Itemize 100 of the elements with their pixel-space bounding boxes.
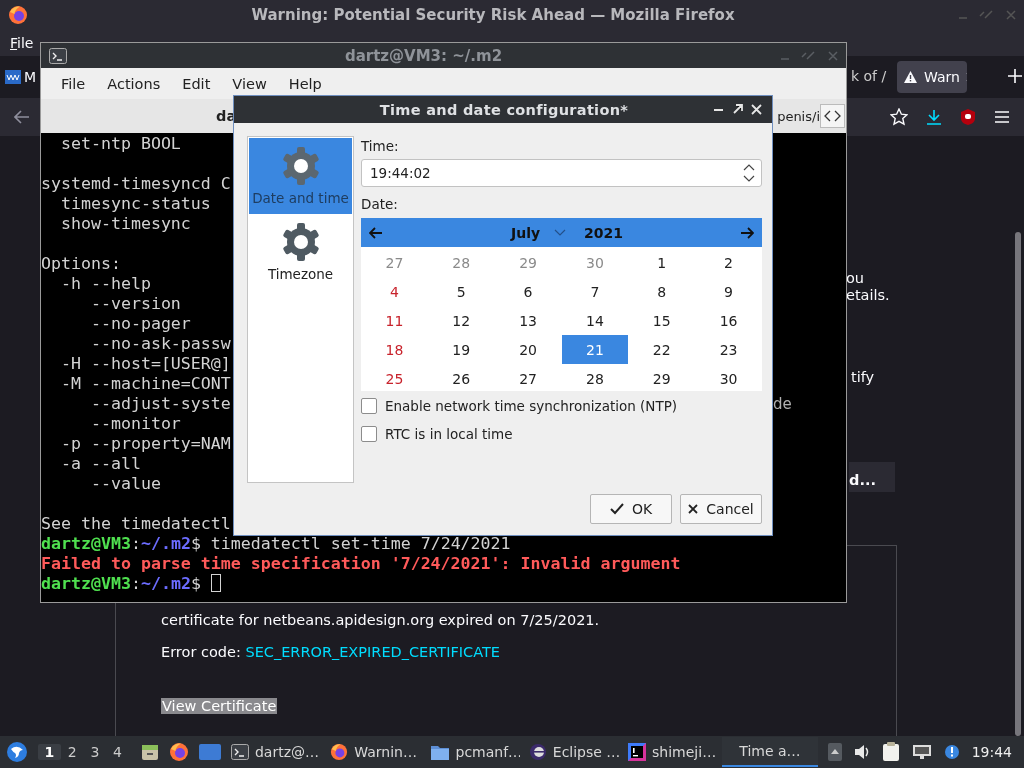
calendar-day[interactable]: 20: [494, 335, 562, 364]
workspace-button[interactable]: 1: [38, 744, 61, 760]
calendar-day[interactable]: 5: [427, 277, 495, 306]
volume-icon[interactable]: [853, 744, 870, 760]
workspace-button[interactable]: 4: [106, 744, 129, 760]
calendar-day[interactable]: 11: [361, 306, 428, 335]
terminal-line: -p --property=NAM: [59, 434, 231, 454]
terminal-line: systemd-timesyncd C: [41, 174, 231, 194]
calendar-day[interactable]: 29: [494, 248, 562, 277]
calendar-day[interactable]: 16: [695, 306, 762, 335]
calendar-day[interactable]: 13: [494, 306, 562, 335]
terminal-line: show-timesync: [59, 214, 191, 234]
warning-icon: [903, 70, 918, 84]
desktop-icon[interactable]: [198, 744, 221, 760]
month-selector[interactable]: July: [511, 224, 541, 241]
prompt-line: dartz@VM3:~/.m2$ timedatectl set-time 7/24/2021: [41, 534, 511, 554]
terminal-line: --monitor: [89, 414, 181, 434]
calendar-day[interactable]: 21: [561, 335, 629, 364]
taskbar-button[interactable]: shimeji…: [623, 737, 719, 767]
calendar-day[interactable]: 30: [695, 364, 762, 393]
browser-tab[interactable]: Warn: [897, 61, 967, 93]
menu-item[interactable]: View: [222, 75, 279, 92]
chevron-left-icon[interactable]: [823, 110, 832, 122]
firefox-icon[interactable]: [330, 743, 349, 761]
calendar-day[interactable]: 12: [427, 306, 495, 335]
clock[interactable]: 19:44: [971, 744, 1012, 760]
clipboard-icon[interactable]: [881, 742, 900, 762]
checkbox[interactable]: [361, 397, 377, 414]
calendar-day[interactable]: 6: [494, 277, 562, 306]
calendar-day[interactable]: 4: [361, 277, 428, 306]
file-cabinet-icon[interactable]: [140, 743, 159, 761]
menu-item[interactable]: Help: [278, 75, 334, 92]
new-tab-icon[interactable]: [1008, 69, 1022, 83]
arrow-left-icon[interactable]: [369, 226, 383, 239]
calendar-day[interactable]: 22: [628, 335, 696, 364]
calendar-day[interactable]: 27: [361, 248, 428, 277]
calendar-day[interactable]: 1: [628, 248, 696, 277]
time-field[interactable]: 19:44:02: [361, 159, 762, 187]
expand-tray-icon[interactable]: [827, 743, 842, 761]
calendar-day[interactable]: 29: [628, 364, 696, 393]
arrow-right-icon[interactable]: [740, 226, 754, 239]
window-title: Warning: Potential Security Risk Ahead — Mozilla Firefox: [250, 6, 736, 24]
folder-icon: [429, 743, 450, 761]
chevron-right-icon[interactable]: [833, 110, 842, 122]
calendar-day[interactable]: 30: [561, 248, 629, 277]
calendar-day[interactable]: 18: [361, 335, 428, 364]
start-menu-icon[interactable]: [6, 741, 28, 763]
terminal-line: See the timedatectl: [41, 514, 231, 534]
advanced-button[interactable]: d...: [849, 462, 895, 492]
workspace-button[interactable]: 2: [60, 744, 84, 760]
download-icon[interactable]: [926, 109, 942, 125]
taskbar-button[interactable]: Time a…: [722, 737, 818, 767]
calendar-day[interactable]: 14: [561, 306, 629, 335]
terminal-line: --version: [89, 294, 181, 314]
window-title: Time and date configuration*: [378, 101, 630, 118]
page-text: etails.: [846, 287, 890, 303]
calendar-day[interactable]: 15: [628, 306, 696, 335]
calendar-day[interactable]: 28: [427, 248, 495, 277]
calendar-day[interactable]: 19: [427, 335, 495, 364]
star-icon[interactable]: [890, 108, 908, 126]
spin-arrows-icon[interactable]: [743, 163, 755, 183]
calendar-day[interactable]: 9: [695, 277, 762, 306]
category-item[interactable]: Timezone: [249, 214, 352, 290]
firefox-icon[interactable]: [168, 742, 189, 762]
back-icon[interactable]: [14, 110, 30, 124]
calendar-day[interactable]: 27: [494, 364, 562, 393]
error-code-link[interactable]: SEC_ERROR_EXPIRED_CERTIFICATE: [245, 644, 500, 660]
cancel-button[interactable]: Cancel: [680, 494, 762, 524]
terminal-line: timesync-status: [59, 194, 211, 214]
taskbar-button[interactable]: pcmanf…: [424, 737, 520, 767]
menu-item[interactable]: File: [51, 75, 98, 92]
calendar-day[interactable]: 26: [427, 364, 495, 393]
ok-button[interactable]: OK: [590, 494, 672, 524]
terminal-tab[interactable]: penis/i: [777, 108, 820, 124]
shield-icon[interactable]: [960, 108, 976, 126]
calendar-day[interactable]: 2: [695, 248, 762, 277]
checkbox[interactable]: [361, 425, 377, 442]
calendar-day[interactable]: 7: [561, 277, 629, 306]
calendar-day[interactable]: 28: [561, 364, 629, 393]
notification-icon[interactable]: [943, 744, 960, 760]
window-controls-icon[interactable]: [714, 104, 764, 115]
calendar-day[interactable]: 8: [628, 277, 696, 306]
taskbar-button[interactable]: Eclipse …: [523, 737, 620, 767]
tab-scroll-buttons[interactable]: [820, 104, 845, 128]
menu-item[interactable]: File: [10, 35, 34, 51]
browser-tab[interactable]: k of /: [851, 68, 887, 84]
page-text: tify: [851, 369, 875, 385]
workspace-button[interactable]: 3: [83, 744, 107, 760]
menu-icon[interactable]: [994, 110, 1010, 124]
calendar-day[interactable]: 23: [695, 335, 762, 364]
taskbar-button[interactable]: Warnin…: [325, 737, 421, 767]
calendar-day[interactable]: 25: [361, 364, 428, 393]
menu-item[interactable]: Actions: [97, 75, 173, 92]
firefox-icon[interactable]: [8, 5, 28, 25]
menu-item[interactable]: Edit: [172, 75, 223, 92]
year-selector[interactable]: 2021: [584, 224, 624, 241]
terminal-text: de: [773, 394, 792, 414]
network-icon[interactable]: [911, 744, 932, 760]
taskbar-button[interactable]: dartz@…: [225, 737, 322, 767]
browser-tab[interactable]: M: [24, 69, 37, 85]
